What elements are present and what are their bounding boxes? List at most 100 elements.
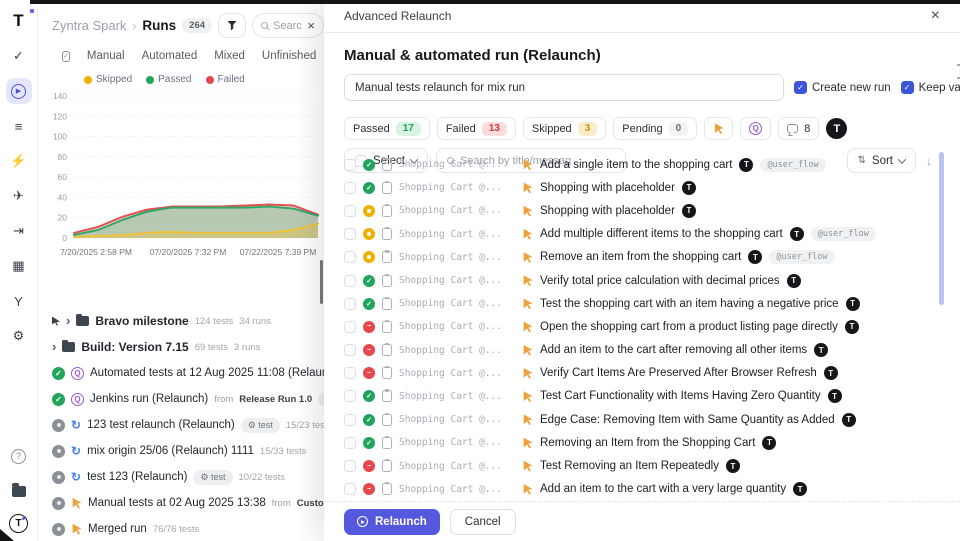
legend-passed: Passed bbox=[146, 74, 191, 85]
clear-search-icon[interactable]: × bbox=[307, 19, 315, 32]
test-row[interactable]: ✓Shopping Cart @...Add a single item to … bbox=[324, 153, 960, 176]
select-all-icon[interactable]: ✓ bbox=[62, 51, 70, 62]
test-suite-prefix: Shopping Cart @... bbox=[399, 252, 515, 263]
test-tag: ⚙ test bbox=[193, 470, 232, 485]
manual-test-icon bbox=[522, 391, 533, 402]
test-checkbox[interactable] bbox=[344, 367, 356, 379]
keep-values-option[interactable]: ✓ Keep values ? bbox=[901, 81, 960, 94]
test-row[interactable]: ✓Shopping Cart @...Test Cart Functionali… bbox=[324, 385, 960, 408]
test-row[interactable]: Shopping Cart @...Remove an item from th… bbox=[324, 246, 960, 269]
run-row[interactable]: Manual tests at 02 Aug 2025 13:38fromCus… bbox=[38, 490, 324, 516]
run-status-passed-icon: ✓ bbox=[52, 367, 65, 380]
assignee-avatar: T bbox=[787, 274, 801, 288]
assignee-avatar: T bbox=[790, 227, 804, 241]
test-row[interactable]: −Shopping Cart @...Open the shopping car… bbox=[324, 315, 960, 338]
test-row[interactable]: ✓Shopping Cart @...Removing an Item from… bbox=[324, 431, 960, 454]
test-checkbox[interactable] bbox=[344, 228, 356, 240]
run-row[interactable]: ↻mix origin 25/06 (Relaunch) 111115/33 t… bbox=[38, 438, 324, 464]
help-icon[interactable]: ? bbox=[6, 443, 32, 469]
run-row[interactable]: ›Build: Version 7.1569 tests3 runs bbox=[38, 334, 324, 360]
user-avatar[interactable]: T bbox=[9, 514, 28, 533]
run-row[interactable]: Merged run76/76 tests bbox=[38, 516, 324, 541]
test-row[interactable]: ✓Shopping Cart @...Verify total price ca… bbox=[324, 269, 960, 292]
test-row[interactable]: Shopping Cart @...Shopping with placehol… bbox=[324, 199, 960, 222]
manual-filter-chip[interactable] bbox=[704, 117, 733, 140]
keep-values-checkbox[interactable]: ✓ bbox=[901, 81, 914, 94]
test-list-nav-icon[interactable]: ≡ bbox=[6, 113, 32, 139]
assignee-avatar: T bbox=[828, 389, 842, 403]
failed-filter-chip[interactable]: Failed13 bbox=[437, 117, 516, 140]
test-row[interactable]: ✓Shopping Cart @...Edge Case: Removing I… bbox=[324, 408, 960, 431]
reports-nav-icon[interactable]: ▦ bbox=[6, 253, 32, 279]
test-checkbox[interactable] bbox=[344, 483, 356, 495]
branch-nav-icon[interactable]: Y bbox=[6, 288, 32, 314]
chevron-right-icon[interactable]: › bbox=[52, 339, 56, 354]
app-window: T ✓ ▶ ≡ ⚡ ✈ ⇥ ▦ Y ⚙ ? T Zyntra Spark › R… bbox=[0, 0, 960, 541]
cancel-button[interactable]: Cancel bbox=[450, 509, 516, 535]
test-checkbox[interactable] bbox=[344, 437, 356, 449]
test-checkbox[interactable] bbox=[344, 414, 356, 426]
run-row[interactable]: ↻123 test relaunch (Relaunch)⚙ test15/23… bbox=[38, 412, 324, 438]
test-checkbox[interactable] bbox=[344, 251, 356, 263]
pending-filter-chip[interactable]: Pending0 bbox=[613, 117, 697, 140]
projects-folder-icon[interactable] bbox=[6, 478, 32, 504]
steps-nav-icon[interactable]: ⚡ bbox=[6, 148, 32, 174]
test-checkbox[interactable] bbox=[344, 344, 356, 356]
test-checkbox[interactable] bbox=[344, 390, 356, 402]
tab-unfinished[interactable]: Unfinished bbox=[262, 50, 316, 62]
automated-run-icon: Q bbox=[71, 393, 84, 406]
test-title: Add multiple different items to the shop… bbox=[540, 228, 783, 240]
test-row[interactable]: −Shopping Cart @...Test Removing an Item… bbox=[324, 454, 960, 477]
run-meta: 10/22 tests bbox=[239, 472, 285, 483]
test-checkbox[interactable] bbox=[344, 159, 356, 171]
runs-search-input[interactable]: Search [C × bbox=[252, 13, 324, 38]
test-title: Test Cart Functionality with Items Havin… bbox=[540, 390, 821, 402]
run-name-input[interactable] bbox=[344, 74, 784, 101]
test-checkbox[interactable] bbox=[344, 182, 356, 194]
app-logo[interactable]: T bbox=[6, 8, 32, 34]
svg-text:07/22/2025 7:39 PM: 07/22/2025 7:39 PM bbox=[240, 247, 317, 257]
skipped-filter-chip[interactable]: Skipped3 bbox=[523, 117, 606, 140]
clipboard-icon bbox=[382, 414, 392, 426]
test-checkbox[interactable] bbox=[344, 275, 356, 287]
tab-manual[interactable]: Manual bbox=[87, 50, 125, 62]
comments-filter-chip[interactable]: 8 bbox=[778, 117, 819, 140]
passed-filter-chip[interactable]: Passed17 bbox=[344, 117, 430, 140]
pulse-nav-icon[interactable]: ✈ bbox=[6, 183, 32, 209]
test-row[interactable]: −Shopping Cart @...Add an item to the ca… bbox=[324, 478, 960, 501]
test-title: Open the shopping cart from a product li… bbox=[540, 321, 838, 333]
run-row[interactable]: ✓QJenkins run (Relaunch)fromRelease Run … bbox=[38, 386, 324, 412]
test-row[interactable]: −Shopping Cart @...Verify Cart Items Are… bbox=[324, 362, 960, 385]
chevron-right-icon[interactable]: › bbox=[66, 313, 70, 328]
run-row[interactable]: ↻test 123 (Relaunch)⚙ test10/22 tests bbox=[38, 464, 324, 490]
close-icon[interactable]: × bbox=[931, 8, 940, 24]
runs-nav-icon[interactable]: ▶ bbox=[6, 78, 32, 104]
test-status-skipped-icon bbox=[363, 205, 375, 217]
project-name[interactable]: Zyntra Spark bbox=[52, 18, 126, 33]
left-panel-scrollbar[interactable] bbox=[320, 260, 323, 304]
test-checkbox[interactable] bbox=[344, 321, 356, 333]
test-row[interactable]: −Shopping Cart @...Add an item to the ca… bbox=[324, 339, 960, 362]
tab-mixed[interactable]: Mixed bbox=[214, 50, 245, 62]
checks-nav-icon[interactable]: ✓ bbox=[6, 43, 32, 69]
tab-automated[interactable]: Automated bbox=[142, 50, 198, 62]
test-checkbox[interactable] bbox=[344, 205, 356, 217]
import-nav-icon[interactable]: ⇥ bbox=[6, 218, 32, 244]
automated-filter-chip[interactable]: Q bbox=[740, 117, 771, 140]
run-row[interactable]: ✓QAutomated tests at 12 Aug 2025 11:08 (… bbox=[38, 360, 324, 386]
test-row[interactable]: ✓Shopping Cart @...Shopping with placeho… bbox=[324, 176, 960, 199]
run-row[interactable]: ›Bravo milestone124 tests34 runs bbox=[38, 308, 324, 334]
settings-gear-icon[interactable]: ⚙ bbox=[6, 323, 32, 349]
filter-button[interactable] bbox=[218, 13, 246, 38]
assignee-filter-avatar[interactable]: T bbox=[826, 118, 847, 139]
relaunch-button[interactable]: Relaunch bbox=[344, 509, 440, 535]
test-row[interactable]: Shopping Cart @...Add multiple different… bbox=[324, 223, 960, 246]
run-status-neutral-icon bbox=[52, 471, 65, 484]
modal-scrollbar[interactable] bbox=[939, 152, 944, 305]
create-new-run-option[interactable]: ✓ Create new run bbox=[794, 81, 891, 94]
test-checkbox[interactable] bbox=[344, 460, 356, 472]
create-new-run-checkbox[interactable]: ✓ bbox=[794, 81, 807, 94]
test-checkbox[interactable] bbox=[344, 298, 356, 310]
test-row[interactable]: ✓Shopping Cart @...Test the shopping car… bbox=[324, 292, 960, 315]
assignee-avatar: T bbox=[726, 459, 740, 473]
